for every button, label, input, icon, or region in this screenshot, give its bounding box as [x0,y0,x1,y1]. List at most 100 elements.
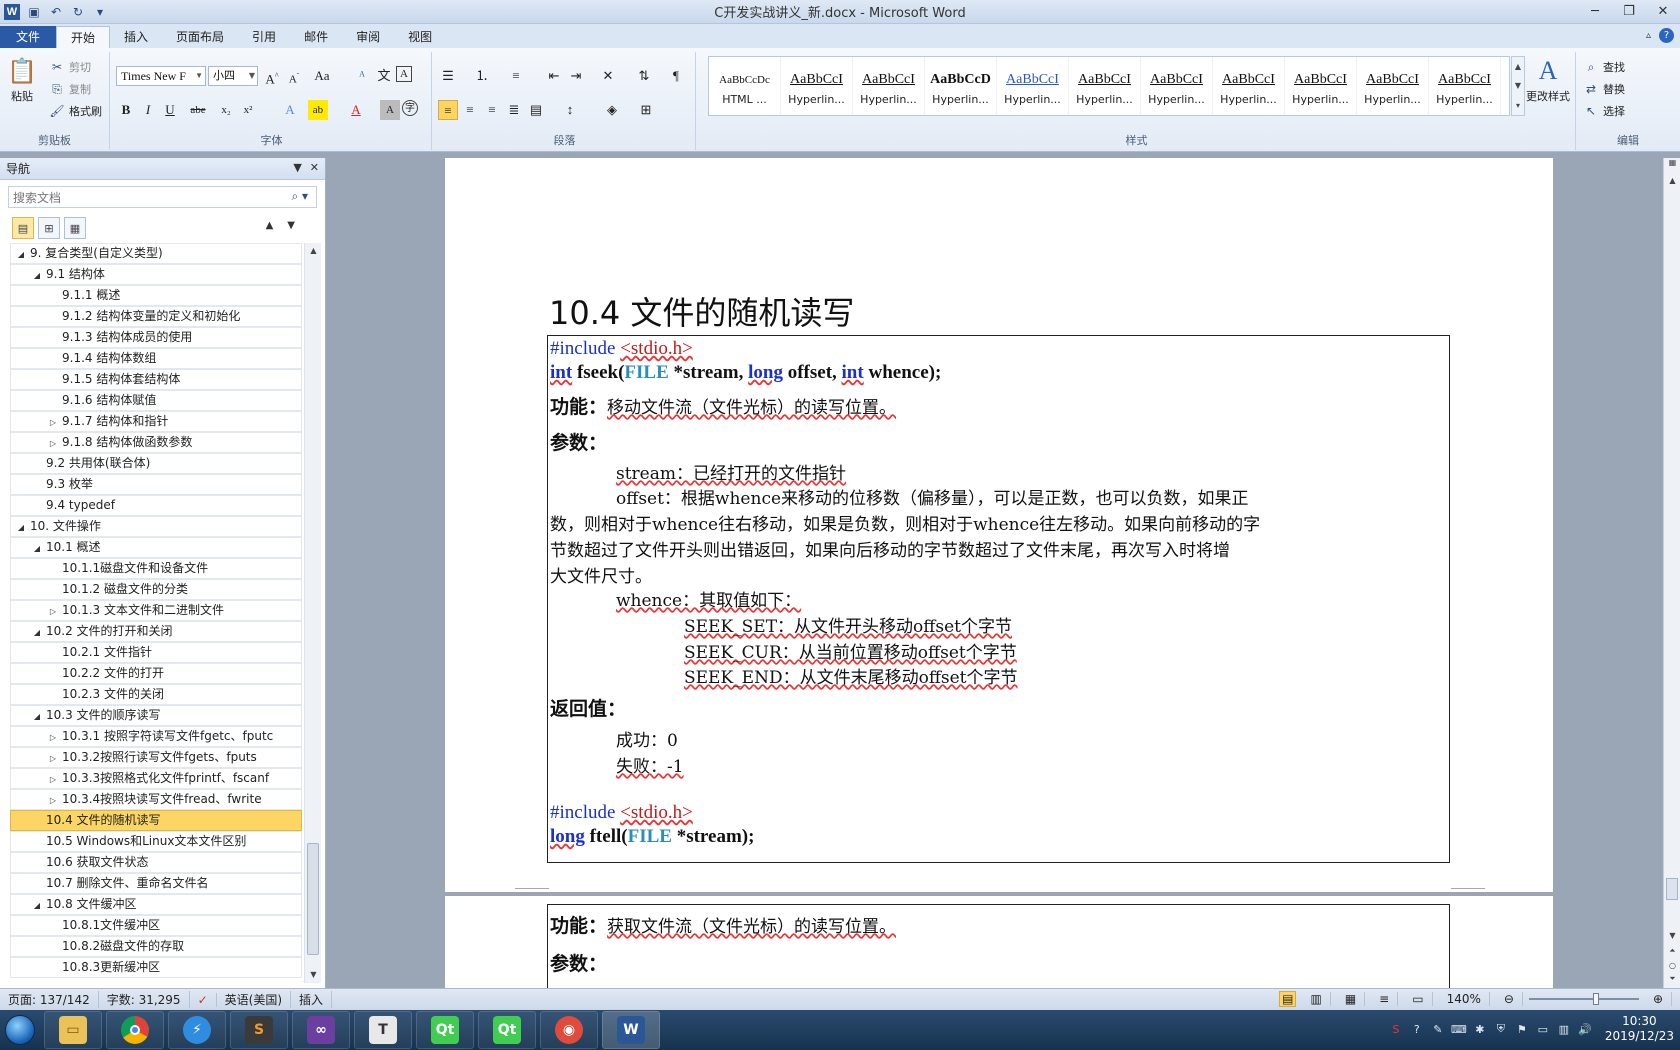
nav-heading-item[interactable]: 9.3 枚举 [10,474,302,495]
shading-icon[interactable]: ◈ [602,100,622,120]
align-left-icon[interactable]: ≡ [438,100,458,120]
expand-toggle-icon[interactable]: ◢ [31,266,43,284]
expand-toggle-icon[interactable]: ▷ [47,413,59,431]
nav-heading-item[interactable]: ◢ 10.3 文件的顺序读写 [10,705,302,726]
zoom-level[interactable]: 140% [1439,992,1490,1006]
restore-button[interactable]: ❐ [1612,0,1646,22]
word-app-icon[interactable]: W [4,3,20,20]
expand-toggle-icon[interactable]: ◢ [31,896,43,914]
tab-home[interactable]: 开始 [56,26,111,48]
nav-heading-item[interactable]: 9.4 typedef [10,495,302,516]
tab-view[interactable]: 视图 [394,26,446,48]
tab-references[interactable]: 引用 [238,26,290,48]
font-size-combo[interactable]: 小四 ▼ [208,66,258,86]
ruler-icon[interactable]: ▦ [1664,158,1680,167]
minimize-ribbon-icon[interactable]: ▵ [1646,30,1651,41]
document-page-next[interactable]: 功能：获取文件流（文件光标）的读写位置。 参数： [445,896,1553,988]
help-tray-icon[interactable]: ? [1410,1022,1424,1036]
nav-heading-item[interactable]: 10.1.1磁盘文件和设备文件 [10,558,302,579]
highlight-icon[interactable]: ab [308,100,328,120]
zoom-in-icon[interactable]: ⊕ [1645,992,1672,1006]
web-layout-icon[interactable]: ▦ [1337,992,1366,1006]
next-heading-icon[interactable]: ▼ [287,220,295,231]
nav-heading-item[interactable]: 10.5 Windows和Linux文本文件区别 [10,831,302,852]
cut-button[interactable]: ✂ 剪切 [48,58,91,76]
paste-button[interactable]: 📋 粘贴 [7,56,37,104]
format-painter-button[interactable]: 🖌 格式刷 [48,102,102,120]
nav-heading-item[interactable]: 10.6 获取文件状态 [10,852,302,873]
previous-page-icon[interactable]: ⏶ [1664,946,1680,956]
text-effects-icon[interactable]: A [280,100,300,120]
chinese-layout-icon[interactable]: ✕ [598,66,618,86]
nav-heading-item[interactable]: ◢ 9. 复合类型(自定义类型) [10,243,302,264]
redo-icon[interactable]: ↻ [70,4,86,20]
change-case-icon[interactable]: Aa [312,66,332,86]
bullets-icon[interactable]: ☰ [438,66,458,86]
volume-icon[interactable]: 🔊 [1578,1022,1592,1036]
scroll-down-icon[interactable]: ▼ [305,967,322,983]
network-icon[interactable]: ▥ [1557,1022,1571,1036]
zoom-slider-knob[interactable] [1592,993,1599,1005]
multilevel-list-icon[interactable]: ≡ [506,66,526,86]
show-marks-icon[interactable]: ¶ [666,66,686,86]
nav-heading-item[interactable]: 10.2.2 文件的打开 [10,663,302,684]
nav-heading-item[interactable]: ◢ 10.1 概述 [10,537,302,558]
taskbar-thunder[interactable]: ⚡ [168,1011,226,1049]
antivirus-icon[interactable]: ✱ [1473,1022,1487,1036]
nav-heading-item[interactable]: 10.7 删除文件、重命名文件名 [10,873,302,894]
nav-heading-item[interactable]: ▷ 10.3.3按照格式化文件fprintf、fscanf [10,768,302,789]
save-icon[interactable]: ▣ [26,4,42,20]
nav-heading-item[interactable]: 9.2 共用体(联合体) [10,453,302,474]
pages-view-icon[interactable]: ⊞ [38,217,60,239]
copy-button[interactable]: ⎘ 复制 [48,80,91,98]
distributed-icon[interactable]: ▤ [526,100,546,120]
language-indicator[interactable]: 英语(美国) [217,991,292,1008]
phonetic-guide-icon[interactable]: 文 [374,66,394,86]
borders-icon[interactable]: ⊞ [636,100,656,120]
nav-heading-item[interactable]: 10.4 文件的随机读写 [10,810,302,831]
nav-heading-item[interactable]: ▷ 9.1.7 结构体和指针 [10,411,302,432]
sort-icon[interactable]: ⇅ [634,66,654,86]
nav-heading-item[interactable]: 9.1.1 概述 [10,285,302,306]
nav-options-icon[interactable]: ▼ [293,161,301,174]
numbering-icon[interactable]: ⒈ [472,66,492,86]
clear-formatting-icon[interactable]: ᴬ [352,66,372,86]
nav-heading-item[interactable]: ▷ 10.1.3 文本文件和二进制文件 [10,600,302,621]
start-button[interactable] [0,1010,40,1050]
zoom-out-icon[interactable]: ⊖ [1496,992,1523,1006]
clock[interactable]: 10:30 2019/12/23 [1605,1014,1674,1044]
flag-icon[interactable]: ⚑ [1515,1022,1529,1036]
nav-heading-item[interactable]: 9.1.2 结构体变量的定义和初始化 [10,306,302,327]
expand-toggle-icon[interactable]: ◢ [31,707,43,725]
nav-heading-item[interactable]: 9.1.3 结构体成员的使用 [10,327,302,348]
taskbar-typora[interactable]: T [354,1011,412,1049]
line-spacing-icon[interactable]: ↕ [560,100,580,120]
align-right-icon[interactable]: ≡ [482,100,502,120]
expand-toggle-icon[interactable]: ▷ [47,770,59,788]
italic-icon[interactable]: I [138,100,158,120]
nav-heading-item[interactable]: ▷ 10.3.1 按照字符读写文件fgetc、fputc [10,726,302,747]
tab-mailings[interactable]: 邮件 [290,26,342,48]
expand-toggle-icon[interactable]: ▷ [47,749,59,767]
nav-heading-item[interactable]: 9.1.6 结构体赋值 [10,390,302,411]
word-count[interactable]: 字数: 31,295 [99,991,190,1008]
expand-toggle-icon[interactable]: ◢ [31,539,43,557]
font-color-icon[interactable]: A [346,100,366,120]
print-layout-icon[interactable]: ▤ [1279,991,1297,1007]
document-scroll-thumb[interactable] [1666,878,1678,900]
page-count[interactable]: 页面: 137/142 [0,991,99,1008]
previous-heading-icon[interactable]: ▲ [266,220,274,231]
nav-heading-item[interactable]: 10.2.1 文件指针 [10,642,302,663]
tab-page-layout[interactable]: 页面布局 [162,26,238,48]
scroll-up-icon[interactable]: ▲ [1664,176,1680,185]
nav-heading-item[interactable]: ◢ 10.8 文件缓冲区 [10,894,302,915]
find-button[interactable]: ⌕ 查找 [1582,58,1625,76]
insert-mode[interactable]: 插入 [291,991,333,1008]
undo-icon[interactable]: ↶ [48,4,64,20]
nav-heading-item[interactable]: ◢ 9.1 结构体 [10,264,302,285]
headings-view-icon[interactable]: ▤ [12,217,34,239]
nav-heading-item[interactable]: ◢ 10.2 文件的打开和关闭 [10,621,302,642]
close-button[interactable]: ✕ [1646,0,1680,22]
tab-insert[interactable]: 插入 [110,26,162,48]
shrink-font-icon[interactable]: Aˇ [284,66,304,86]
